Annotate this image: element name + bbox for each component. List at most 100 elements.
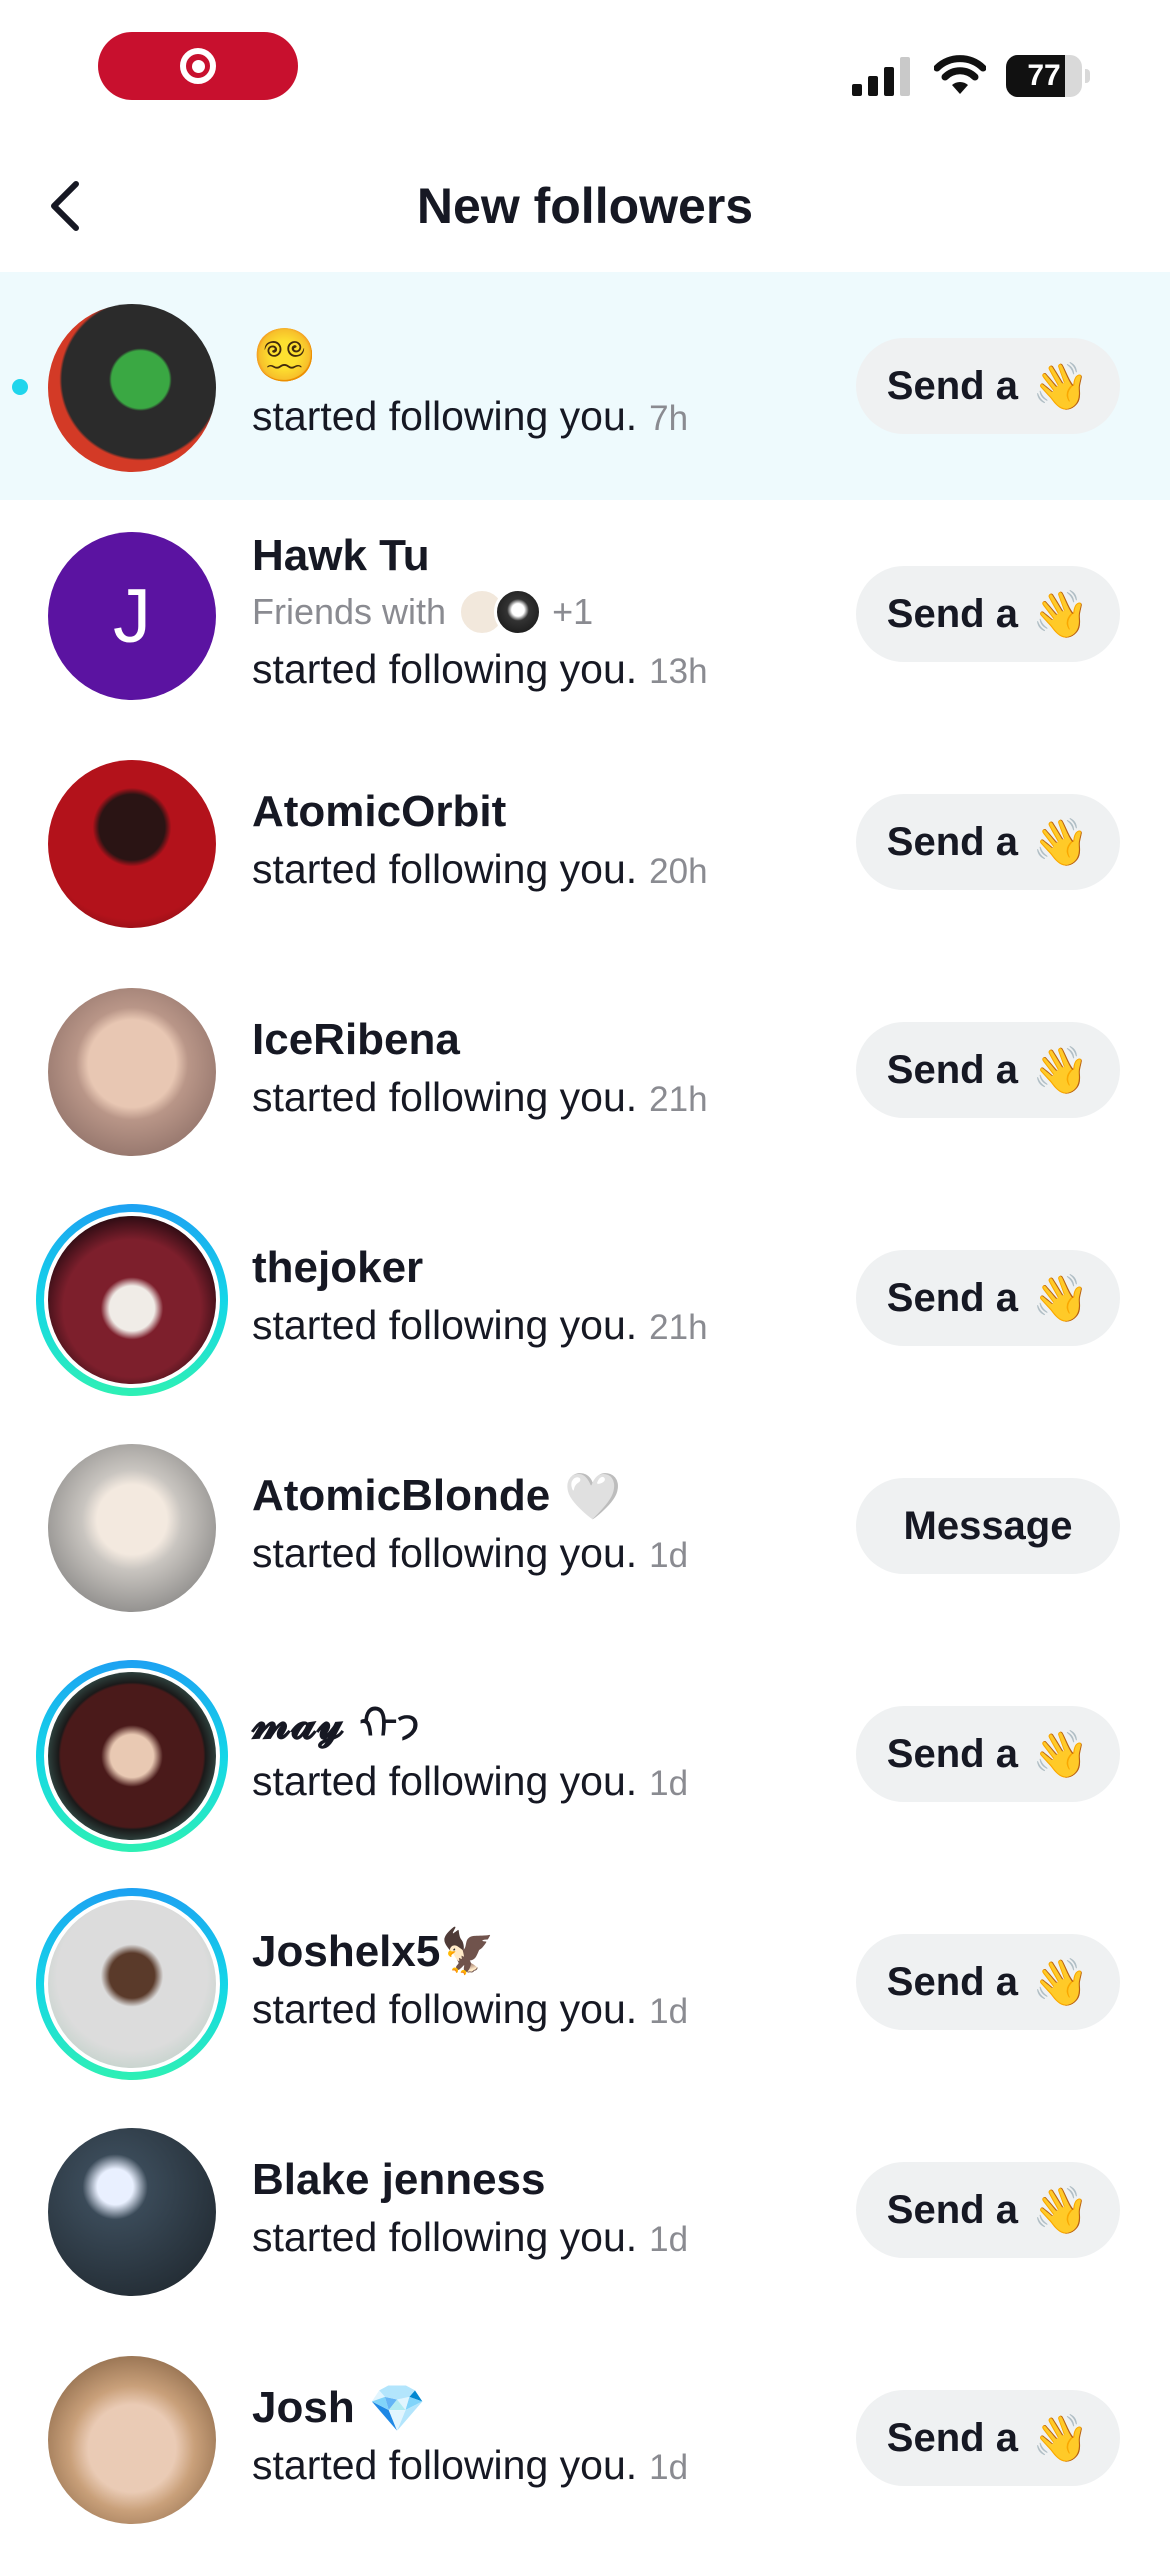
follow-action: started following you. 7h (252, 387, 880, 448)
follow-time: 1d (649, 1991, 689, 2031)
avatar-image (48, 304, 216, 472)
waving-hand-icon: 👋 (1031, 587, 1090, 640)
follower-row[interactable]: 𝓶𝓪𝔂 ᡣ𐭩 started following you. 1d Send a 👋 (0, 1640, 1170, 1868)
page-title: New followers (416, 178, 754, 234)
mutual-friend-avatar (494, 587, 543, 636)
follower-row[interactable]: AtomicOrbit started following you. 20h Se… (0, 728, 1170, 956)
waving-hand-icon: 👋 (1031, 815, 1090, 868)
send-wave-button[interactable]: Send a 👋 (856, 338, 1120, 434)
follower-row[interactable]: thejoker started following you. 21h Send … (0, 1184, 1170, 1412)
follower-info: 😵‍💫 started following you. 7h (252, 272, 880, 500)
follow-time: 1d (649, 2447, 689, 2487)
follower-name[interactable]: 😵‍💫 (252, 325, 880, 387)
heart-outline-icon: ᡣ𐭩 (358, 1697, 421, 1750)
nav-header: New followers (0, 140, 1170, 272)
mutual-friends-label: Friends with (252, 590, 447, 632)
avatar[interactable] (36, 976, 228, 1168)
follow-action-text: started following you. (252, 1757, 638, 1804)
avatar[interactable] (36, 2344, 228, 2536)
send-wave-button[interactable]: Send a 👋 (856, 2162, 1120, 2258)
follower-name[interactable]: Blake jenness (252, 2152, 880, 2208)
follower-name[interactable]: Hawk Tu (252, 528, 880, 584)
waving-hand-icon: 👋 (1031, 359, 1090, 412)
mutual-friends[interactable]: Friends with +1 (252, 584, 880, 640)
follower-row[interactable]: Joshelx5🦅 started following you. 1d Send … (0, 1868, 1170, 2096)
send-wave-button[interactable]: Send a 👋 (856, 1934, 1120, 2030)
mutual-friends-avatars (458, 587, 543, 636)
follower-row[interactable]: 😵‍💫 started following you. 7h Send a 👋 (0, 272, 1170, 500)
follow-time: 21h (649, 1307, 708, 1347)
send-wave-button[interactable]: Send a 👋 (856, 1706, 1120, 1802)
send-wave-label: Send a (886, 591, 1018, 636)
unread-indicator (12, 379, 28, 395)
avatar-image (48, 1216, 216, 1384)
follower-info: Blake jenness started following you. 1d (252, 2096, 880, 2324)
follower-name[interactable]: IceRibena (252, 1012, 880, 1068)
follower-row[interactable]: IceRibena started following you. 21h Send… (0, 956, 1170, 1184)
follow-time: 1d (649, 2219, 689, 2259)
follow-action: started following you. 21h (252, 1296, 880, 1357)
follow-action: started following you. 13h (252, 640, 880, 701)
avatar-image (48, 1900, 216, 2068)
avatar-image (48, 2128, 216, 2296)
follower-name[interactable]: Joshelx5🦅 (252, 1924, 880, 1980)
avatar-story-ring[interactable] (36, 1660, 228, 1852)
avatar-image: J (48, 532, 216, 700)
waving-hand-icon: 👋 (1031, 2411, 1090, 2464)
follow-time: 1d (649, 1535, 689, 1575)
waving-hand-icon: 👋 (1031, 1043, 1090, 1096)
follower-name[interactable]: AtomicOrbit (252, 784, 880, 840)
message-label: Message (903, 1503, 1073, 1548)
follower-row[interactable]: J Hawk Tu Friends with +1 started follow… (0, 500, 1170, 728)
avatar[interactable] (36, 1432, 228, 1624)
message-button[interactable]: Message (856, 1478, 1120, 1574)
wifi-icon (934, 55, 986, 94)
avatar[interactable] (36, 748, 228, 940)
follower-name[interactable]: AtomicBlonde 🤍 (252, 1468, 880, 1524)
follower-row[interactable]: Josh 💎 started following you. 1d Send a 👋 (0, 2324, 1170, 2552)
status-bar: 77 (0, 0, 1170, 130)
follower-name[interactable]: Josh 💎 (252, 2380, 880, 2436)
battery-cap (1085, 69, 1090, 83)
avatar-image (48, 1672, 216, 1840)
follower-list: 😵‍💫 started following you. 7h Send a 👋 J H… (0, 272, 1170, 2552)
follower-name-text: 😵‍💫 (252, 326, 317, 385)
avatar[interactable] (36, 292, 228, 484)
send-wave-button[interactable]: Send a 👋 (856, 1022, 1120, 1118)
follow-action-text: started following you. (252, 1529, 638, 1576)
white-heart-icon: 🤍 (564, 1469, 622, 1522)
follower-row[interactable]: Blake jenness started following you. 1d S… (0, 2096, 1170, 2324)
follower-info: Hawk Tu Friends with +1 started followin… (252, 500, 880, 728)
battery-indicator: 77 (1006, 55, 1090, 97)
follower-name-text: Blake jenness (252, 2154, 546, 2204)
follow-action-text: started following you. (252, 2441, 638, 2488)
send-wave-button[interactable]: Send a 👋 (856, 566, 1120, 662)
send-wave-button[interactable]: Send a 👋 (856, 2390, 1120, 2486)
avatar[interactable]: J (36, 520, 228, 712)
follow-time: 13h (649, 651, 708, 691)
follow-action: started following you. 1d (252, 2436, 880, 2497)
follower-row[interactable]: AtomicBlonde 🤍 started following you. 1d M… (0, 1412, 1170, 1640)
avatar-story-ring[interactable] (36, 1888, 228, 2080)
avatar-story-ring[interactable] (36, 1204, 228, 1396)
battery-icon: 77 (1006, 55, 1082, 97)
follower-name[interactable]: 𝓶𝓪𝔂 ᡣ𐭩 (252, 1696, 880, 1752)
follow-time: 20h (649, 851, 708, 891)
avatar[interactable] (36, 2116, 228, 2308)
follower-name-text: AtomicOrbit (252, 786, 507, 836)
follow-action: started following you. 21h (252, 1068, 880, 1129)
send-wave-button[interactable]: Send a 👋 (856, 794, 1120, 890)
send-wave-label: Send a (886, 2415, 1018, 2460)
send-wave-button[interactable]: Send a 👋 (856, 1250, 1120, 1346)
follow-action: started following you. 1d (252, 1980, 880, 2041)
gem-icon: 💎 (368, 2381, 426, 2434)
screen-recording-indicator[interactable] (98, 32, 298, 100)
follower-name[interactable]: thejoker (252, 1240, 880, 1296)
send-wave-label: Send a (886, 363, 1018, 408)
back-button[interactable] (30, 170, 102, 242)
follow-action: started following you. 1d (252, 1524, 880, 1585)
follow-action-text: started following you. (252, 392, 638, 439)
follow-action-text: started following you. (252, 1301, 638, 1348)
follower-name-text: thejoker (252, 1242, 424, 1292)
follower-name-text: Josh (252, 2382, 355, 2432)
